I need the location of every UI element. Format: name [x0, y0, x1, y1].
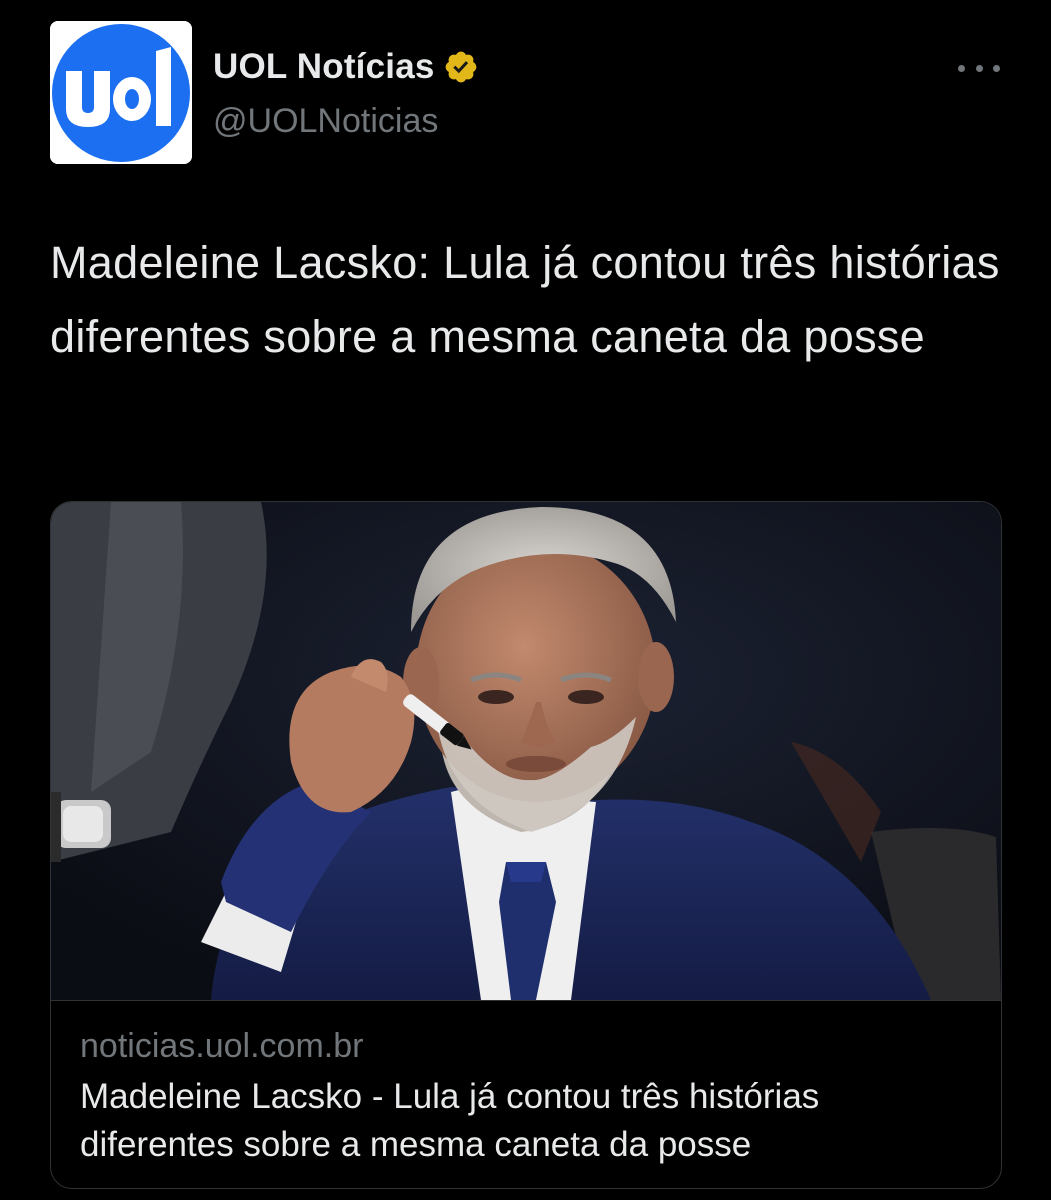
- more-horizontal-icon: [993, 64, 1000, 72]
- link-card-image: [51, 502, 1001, 1000]
- author-display-name[interactable]: UOL Notícias: [213, 47, 435, 87]
- author-avatar[interactable]: [50, 21, 192, 164]
- tweet[interactable]: UOL Notícias @UOLNoticias Madeleine Lacs…: [0, 0, 1051, 1200]
- more-horizontal-icon: [958, 64, 965, 72]
- link-card-domain: noticias.uol.com.br: [80, 1027, 364, 1065]
- more-horizontal-icon: [975, 64, 983, 72]
- author-info: UOL Notícias @UOLNoticias: [213, 44, 479, 141]
- author-name-row: UOL Notícias: [213, 44, 479, 90]
- more-options-button[interactable]: [958, 56, 1000, 80]
- link-card-title: Madeleine Lacsko - Lula já contou três h…: [80, 1077, 820, 1164]
- uol-logo-icon: [50, 21, 192, 164]
- verified-badge-icon: [443, 49, 479, 85]
- tweet-text: Madeleine Lacsko: Lula já contou três hi…: [50, 237, 1000, 362]
- author-handle[interactable]: @UOLNoticias: [213, 102, 479, 141]
- link-card[interactable]: noticias.uol.com.br Madeleine Lacsko - L…: [50, 501, 1002, 1189]
- link-card-footer: noticias.uol.com.br Madeleine Lacsko - L…: [51, 1000, 1001, 1188]
